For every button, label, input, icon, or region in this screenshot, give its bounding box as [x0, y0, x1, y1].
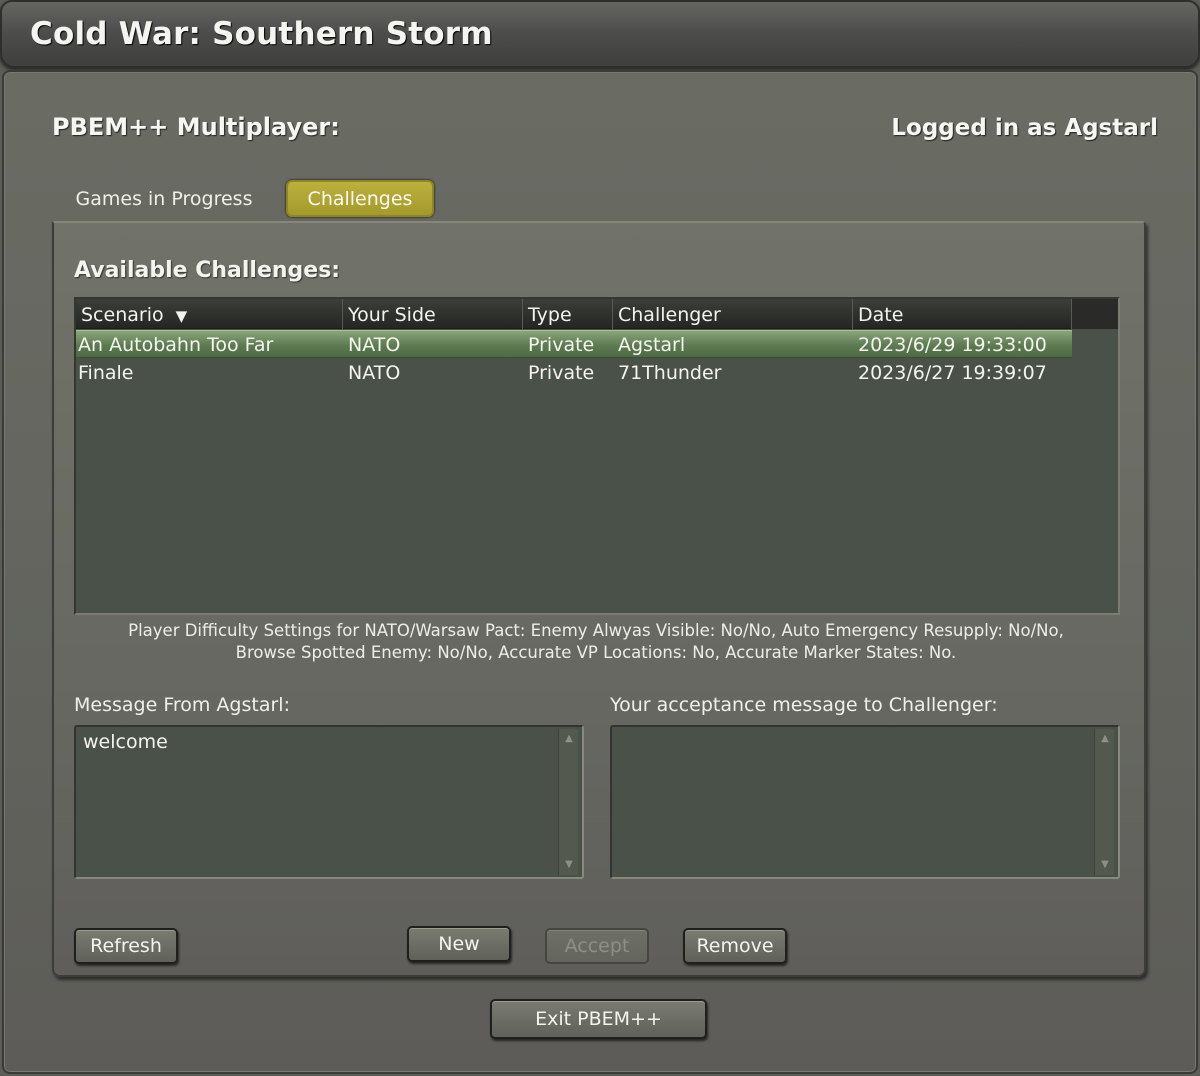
cell-type: Private	[528, 334, 595, 356]
acceptance-message-label: Your acceptance message to Challenger:	[610, 694, 998, 716]
scroll-up-icon[interactable]: ▲	[559, 729, 579, 749]
cell-date: 2023/6/27 19:39:07	[858, 362, 1047, 384]
challenges-table: Scenario ▼ Your Side Type Challenger Date…	[74, 297, 1120, 615]
scroll-down-icon[interactable]: ▼	[1095, 855, 1115, 875]
cell-challenger: Agstarl	[618, 334, 686, 356]
exit-pbem-button[interactable]: Exit PBEM++	[490, 999, 707, 1039]
column-header-your-side[interactable]: Your Side	[343, 299, 523, 329]
cell-challenger: 71Thunder	[618, 362, 722, 384]
table-row[interactable]: An Autobahn Too Far NATO Private Agstarl…	[76, 330, 1072, 358]
tab-games-in-progress[interactable]: Games in Progress	[66, 180, 262, 217]
page-heading: PBEM++ Multiplayer:	[52, 113, 340, 141]
cell-side: NATO	[348, 334, 401, 356]
message-from-label: Message From Agstarl:	[74, 694, 290, 716]
table-header: Scenario ▼ Your Side Type Challenger Date	[76, 299, 1072, 329]
column-header-challenger[interactable]: Challenger	[613, 299, 853, 329]
column-header-scenario[interactable]: Scenario ▼	[76, 299, 343, 329]
column-header-scenario-label: Scenario	[81, 304, 164, 326]
cell-date: 2023/6/29 19:33:00	[858, 334, 1047, 356]
refresh-button[interactable]: Refresh	[74, 928, 178, 964]
scroll-down-icon[interactable]: ▼	[559, 855, 579, 875]
title-bar: Cold War: Southern Storm	[0, 0, 1200, 68]
scroll-up-icon[interactable]: ▲	[1095, 729, 1115, 749]
accept-button[interactable]: Accept	[545, 928, 649, 964]
column-header-type[interactable]: Type	[523, 299, 613, 329]
cell-type: Private	[528, 362, 595, 384]
column-header-date[interactable]: Date	[853, 299, 1072, 329]
window-title: Cold War: Southern Storm	[30, 16, 493, 52]
sort-desc-icon: ▼	[175, 307, 188, 325]
new-button[interactable]: New	[407, 926, 511, 962]
cell-scenario: Finale	[78, 362, 134, 384]
cell-scenario: An Autobahn Too Far	[78, 334, 274, 356]
remove-button[interactable]: Remove	[683, 928, 787, 964]
message-from-text: welcome	[83, 731, 168, 753]
difficulty-settings-text: Player Difficulty Settings for NATO/Wars…	[128, 621, 1064, 662]
acceptance-message-input[interactable]: ▲ ▼	[610, 725, 1120, 879]
cell-side: NATO	[348, 362, 401, 384]
message-from-box[interactable]: welcome ▲ ▼	[74, 725, 584, 879]
available-challenges-heading: Available Challenges:	[74, 258, 341, 283]
scrollbar[interactable]: ▲ ▼	[1094, 729, 1114, 875]
scrollbar[interactable]: ▲ ▼	[558, 729, 578, 875]
header-filler	[1072, 299, 1118, 329]
tab-challenges[interactable]: Challenges	[286, 180, 434, 217]
table-row[interactable]: Finale NATO Private 71Thunder 2023/6/27 …	[76, 359, 1072, 387]
login-status: Logged in as Agstarl	[891, 115, 1158, 141]
